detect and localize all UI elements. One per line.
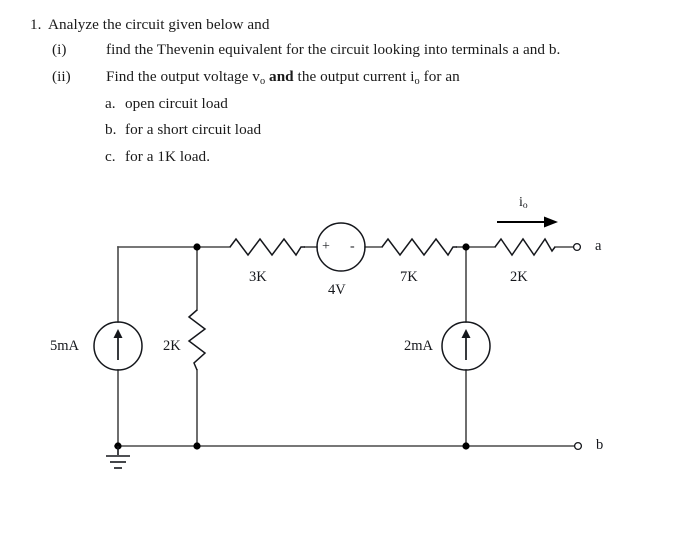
question-stem-row: 1. Analyze the circuit given below and: [30, 16, 269, 33]
node-dot-top-right: [462, 243, 470, 251]
label-voltage-source-4v: 4V: [328, 282, 346, 298]
node-dot-top-left: [193, 243, 201, 251]
part-ii-text-before: Find the output voltage v: [106, 68, 260, 85]
io-arrow-head: [544, 216, 558, 228]
node-dot-bottom-left: [193, 442, 201, 450]
question-subpart-b-text: for a short circuit load: [125, 121, 262, 138]
question-subpart-a-text: open circuit load: [125, 95, 228, 112]
io-label-subscript: o: [522, 201, 528, 212]
label-resistor-2k-right: 2K: [510, 269, 528, 285]
wire-group: [114, 246, 575, 447]
current-source-2ma-symbol: [441, 321, 491, 371]
label-current-source-2ma: 2mA: [404, 338, 433, 354]
part-ii-text-after: for an: [423, 68, 460, 85]
part-ii-subscript-o-1: o: [259, 75, 266, 87]
current-source-5ma-symbol: [93, 321, 143, 371]
part-ii-text-mid: the output current i: [297, 68, 415, 85]
question-stem-text: Analyze the circuit given below and: [48, 16, 270, 33]
label-terminal-a: a: [595, 238, 602, 254]
question-subpart-c-text: for a 1K load.: [125, 148, 211, 165]
label-terminal-b: b: [596, 437, 604, 453]
question-part-i-text: find the Thevenin equivalent for the cir…: [106, 41, 561, 58]
label-resistor-3k: 3K: [249, 269, 267, 285]
part-ii-bold-and: and: [269, 68, 294, 85]
question-part-ii-marker: (ii): [52, 68, 71, 85]
question-part-ii-text: Find the output voltage vo and the outpu…: [106, 68, 460, 87]
circuit-diagram: 5mA 2K 3K 4V 7K 2mA 2K + - a b io: [0, 185, 681, 495]
voltage-source-plus-sign: +: [322, 239, 330, 254]
question-subpart-a-marker: a.: [105, 95, 116, 112]
part-ii-subscript-o-2: o: [414, 75, 420, 87]
io-current-arrow: [497, 216, 558, 228]
resistor-2k-right-symbol: [494, 237, 556, 257]
voltage-source-minus-sign: -: [350, 239, 355, 254]
label-io-current: io: [519, 195, 528, 211]
current-source-5ma-arrow-head: [113, 329, 123, 338]
terminal-a-circle: [572, 242, 582, 252]
terminal-b-circle: [573, 441, 583, 451]
question-part-i-marker: (i): [52, 41, 67, 58]
question-subpart-b-row: b. for a short circuit load: [105, 121, 261, 138]
question-part-i-row: (i) find the Thevenin equivalent for the…: [52, 41, 560, 58]
label-resistor-2k-left: 2K: [163, 338, 181, 354]
circuit-schematic-svg: [93, 216, 583, 469]
node-dot-bottom-right: [462, 442, 470, 450]
question-subpart-a-row: a. open circuit load: [105, 95, 228, 112]
resistor-3k-symbol: [229, 237, 305, 257]
question-subpart-c-row: c. for a 1K load.: [105, 148, 210, 165]
question-number: 1.: [30, 16, 42, 33]
label-current-source-5ma: 5mA: [50, 338, 79, 354]
current-source-2ma-arrow-head: [461, 329, 471, 338]
resistor-2k-left-symbol: [187, 309, 207, 371]
ground-symbol: [106, 446, 130, 469]
question-subpart-c-marker: c.: [105, 148, 116, 165]
question-part-ii-row: (ii) Find the output voltage vo and the …: [52, 68, 460, 87]
label-resistor-7k: 7K: [400, 269, 418, 285]
resistor-7k-symbol: [381, 237, 457, 257]
question-subpart-b-marker: b.: [105, 121, 117, 138]
